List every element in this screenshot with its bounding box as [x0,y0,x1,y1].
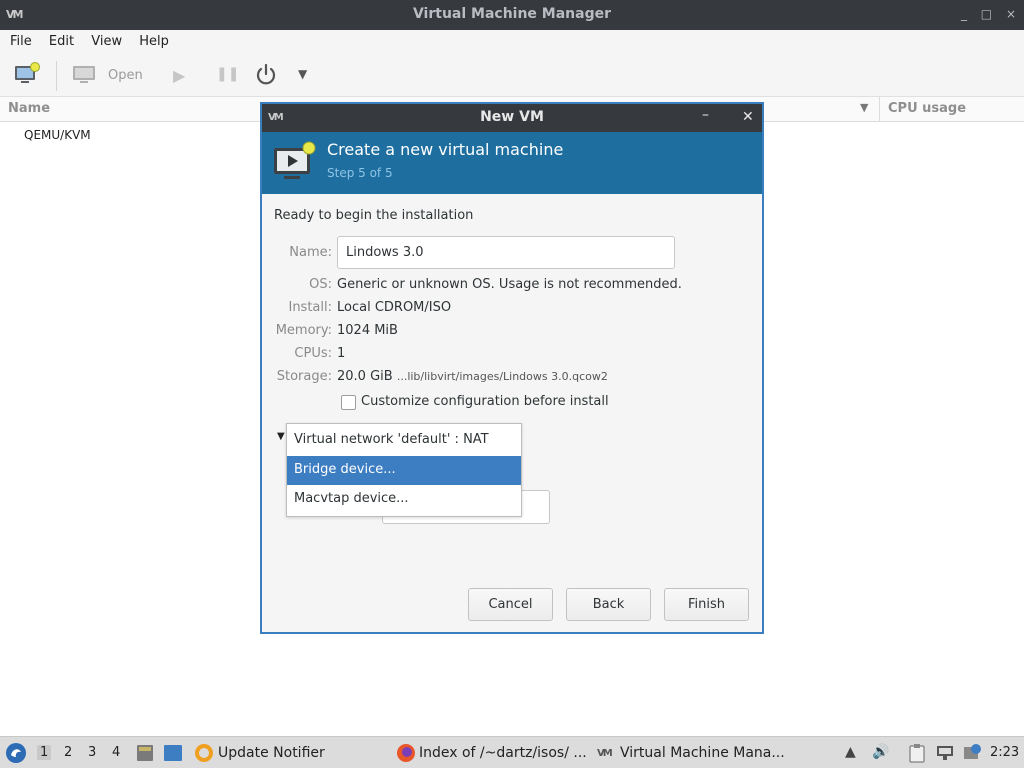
toolbar-separator [56,61,57,91]
banner-title: Create a new virtual machine [327,140,564,159]
pause-icon[interactable]: ❚❚ [216,66,239,82]
vmm-task-icon: VM [597,748,613,759]
sort-dropdown-icon[interactable]: ▼ [860,101,868,114]
eject-icon[interactable]: ▲ [845,744,856,760]
column-cpu-usage[interactable]: CPU usage [888,101,966,116]
workspace-1[interactable]: 1 [37,745,52,760]
file-manager-icon[interactable] [136,743,154,763]
minimize-icon[interactable]: _ [961,7,967,21]
workspace-4[interactable]: 4 [112,745,120,760]
column-name[interactable]: Name [8,101,50,116]
wizard-banner: Create a new virtual machine Step 5 of 5 [262,132,762,194]
new-vm-icon[interactable] [13,62,41,86]
back-button[interactable]: Back [566,588,651,621]
open-button[interactable]: Open [108,68,143,83]
workspace-2[interactable]: 2 [64,745,72,760]
update-notifier-icon [195,744,213,762]
run-icon[interactable]: ▶ [173,66,185,85]
connection-row[interactable]: QEMU/KVM [24,128,91,142]
new-vm-banner-icon [274,141,316,179]
storage-label: Storage: [276,369,332,384]
network-option-nat[interactable]: Virtual network 'default' : NAT [287,426,521,455]
install-label: Install: [288,300,332,315]
vm-name-input[interactable] [337,236,675,269]
power-dropdown-icon[interactable]: ▼ [298,67,307,81]
storage-size: 20.0 GiB [337,369,393,384]
dialog-title: New VM [480,109,544,125]
name-label: Name: [289,245,332,260]
terminal-icon[interactable] [163,744,183,762]
network-icon[interactable] [935,744,955,762]
clock[interactable]: 2:23 [990,745,1019,760]
window-controls: _ □ × [951,7,1016,21]
open-console-icon[interactable] [72,62,96,86]
os-value: Generic or unknown OS. Usage is not reco… [337,277,682,292]
main-titlebar: VM Virtual Machine Manager _ □ × [0,0,1024,30]
taskbar: 1 2 3 4 Update Notifier Index of /~dartz… [0,736,1024,768]
memory-label: Memory: [275,323,332,338]
volume-icon[interactable]: 🔊 [872,744,889,760]
new-vm-dialog: VM New VM – ✕ Create a new virtual machi… [260,102,764,634]
customize-label[interactable]: Customize configuration before install [361,394,609,409]
menu-edit[interactable]: Edit [39,30,74,49]
menu-help[interactable]: Help [129,30,169,49]
start-menu-icon[interactable] [5,742,27,764]
column-separator [879,97,880,122]
network-option-bridge[interactable]: Bridge device... [287,456,521,485]
firefox-task[interactable]: Index of /~dartz/isos/ ... [419,745,587,761]
os-label: OS: [309,277,332,292]
cpus-label: CPUs: [294,346,332,361]
vmm-task[interactable]: Virtual Machine Mana... [620,745,785,761]
update-notifier-task[interactable]: Update Notifier [218,745,325,761]
storage-path: ...lib/libvirt/images/Lindows 3.0.qcow2 [396,370,608,383]
notification-icon[interactable] [962,743,982,763]
network-expander-icon[interactable]: ▼ [277,431,285,442]
dialog-close-icon[interactable]: ✕ [742,109,754,125]
banner-step: Step 5 of 5 [327,166,393,180]
maximize-icon[interactable]: □ [981,7,992,21]
menu-view[interactable]: View [81,30,122,49]
menu-file[interactable]: File [0,30,32,49]
close-icon[interactable]: × [1006,7,1016,21]
network-option-macvtap[interactable]: Macvtap device... [287,485,521,514]
menubar: File Edit View Help [0,30,1024,55]
finish-button[interactable]: Finish [664,588,749,621]
install-value: Local CDROM/ISO [337,300,452,315]
ready-heading: Ready to begin the installation [274,208,474,223]
cpus-value: 1 [337,346,346,361]
memory-value: 1024 MiB [337,323,398,338]
workspace-3[interactable]: 3 [88,745,96,760]
network-selection-menu: Virtual network 'default' : NAT Bridge d… [286,423,522,517]
dialog-minimize-icon[interactable]: – [702,107,709,123]
firefox-icon [397,744,415,762]
dialog-titlebar: VM New VM – ✕ [262,104,762,132]
cancel-button[interactable]: Cancel [468,588,553,621]
power-icon[interactable] [254,63,278,87]
customize-checkbox[interactable] [341,395,356,410]
clipboard-icon[interactable] [908,743,926,763]
storage-value: 20.0 GiB ...lib/libvirt/images/Lindows 3… [337,369,608,384]
window-title: Virtual Machine Manager [412,6,612,22]
toolbar: Open ▶ ❚❚ ▼ [0,55,1024,97]
